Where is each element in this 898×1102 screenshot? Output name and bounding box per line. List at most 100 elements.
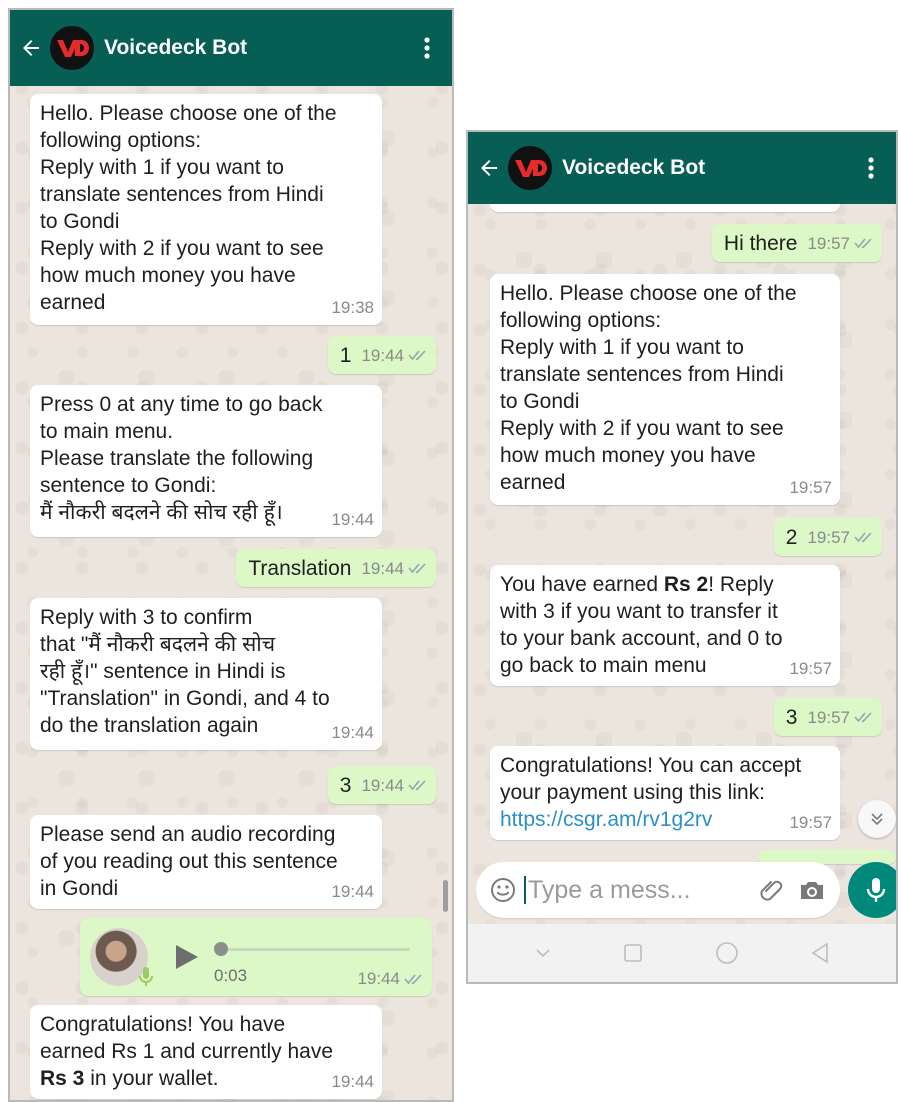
incoming-message[interactable]: Press 0 at any time to go back to main m… (30, 385, 382, 537)
message-text: Hi there (723, 231, 798, 255)
timestamp: 19:44 (361, 558, 404, 578)
message-time: 19:44 (361, 772, 428, 799)
mic-icon (139, 967, 153, 986)
message-composer: Type a mess... (476, 862, 840, 918)
scrollbar[interactable] (443, 880, 448, 912)
timestamp: 19:57 (807, 527, 850, 547)
outgoing-message[interactable]: Translation 19:44 (236, 549, 436, 587)
chat-title[interactable]: Voicedeck Bot (562, 156, 856, 180)
chat-title[interactable]: Voicedeck Bot (104, 36, 412, 60)
message-text: Congratulations! You can accept your pay… (500, 754, 802, 804)
timestamp: 19:57 (789, 478, 832, 497)
double-check-icon (408, 780, 426, 791)
message-text: 3 (785, 705, 798, 729)
incoming-message[interactable]: Hello. Please choose one of the followin… (30, 94, 382, 325)
timestamp: 19:44 (357, 969, 400, 988)
incoming-message[interactable]: Reply with 3 to confirm that "मैं नौकरी … (30, 598, 382, 750)
message-time: 19:44 (331, 1068, 374, 1095)
message-bold-text: Rs 3 (40, 1067, 85, 1090)
voicedeck-logo-icon (57, 40, 89, 57)
message-input[interactable]: Type a mess... (524, 876, 758, 904)
message-time: 19:57 (807, 704, 874, 731)
mic-icon (866, 878, 886, 902)
more-vert-icon (424, 37, 430, 59)
incoming-message[interactable]: Congratulations! You have earned Rs 1 an… (30, 1005, 382, 1099)
message-text: 1 (339, 343, 352, 367)
message-time: 19:57 (807, 524, 874, 551)
double-check-icon (854, 712, 872, 723)
bot-avatar[interactable] (50, 26, 94, 70)
message-time: 19:44 (357, 965, 424, 992)
nav-home-icon[interactable] (715, 941, 739, 965)
timestamp: 19:44 (361, 345, 404, 365)
message-time: 19:57 (789, 655, 832, 682)
incoming-message[interactable]: You have earned Rs 2! Reply with 3 if yo… (490, 565, 840, 686)
more-options-button[interactable] (412, 28, 442, 68)
nav-collapse-icon[interactable] (534, 947, 552, 959)
message-text: Please send an audio recording of you re… (40, 823, 338, 900)
message-text: Hello. Please choose one of the followin… (40, 102, 337, 314)
message-text: Press 0 at any time to go back to main m… (40, 393, 323, 524)
message-time: 19:57 (807, 230, 874, 257)
message-time: 19:44 (331, 878, 374, 905)
outgoing-message[interactable]: 1 19:44 (327, 336, 436, 374)
audio-seek-handle[interactable] (214, 942, 228, 956)
message-bold-text: Rs 2 (663, 573, 709, 596)
voice-record-button[interactable] (848, 862, 896, 918)
audio-duration: 0:03 (214, 966, 248, 985)
nav-back-icon[interactable] (810, 942, 830, 964)
timestamp: 19:57 (789, 813, 832, 832)
outgoing-message[interactable]: 3 19:44 (327, 766, 436, 804)
message-time: 19:44 (331, 719, 374, 746)
message-text-part: Congratulations! You have earned Rs 1 an… (40, 1013, 334, 1063)
sender-avatar (90, 928, 153, 986)
double-check-icon (408, 350, 426, 361)
back-arrow-icon (481, 160, 497, 176)
timestamp: 19:44 (331, 723, 374, 742)
double-check-icon (854, 532, 872, 543)
outgoing-message[interactable]: Hi there 19:57 (711, 224, 882, 262)
voicedeck-logo-icon (515, 160, 547, 177)
message-time: 19:44 (361, 342, 428, 369)
payment-link[interactable]: https://csgr.am/rv1g2rv (500, 806, 830, 833)
play-icon[interactable] (172, 943, 200, 971)
back-button[interactable] (14, 28, 48, 68)
incoming-message[interactable]: Congratulations! You can accept your pay… (490, 746, 840, 840)
attach-icon[interactable] (758, 877, 784, 903)
left-chat-screen: Voicedeck Bot Hello. Please choose one o… (8, 8, 454, 1102)
message-text: Congratulations! You have earned Rs 1 an… (40, 1011, 372, 1092)
chat-header: Voicedeck Bot (468, 132, 896, 204)
message-text: Translation (248, 556, 352, 580)
bot-avatar[interactable] (508, 146, 552, 190)
outgoing-voice-message[interactable]: 0:03 19:44 (80, 918, 432, 996)
message-text: Hello. Please choose one of the followin… (500, 282, 797, 494)
double-check-icon (404, 973, 422, 984)
camera-icon[interactable] (798, 878, 826, 902)
timestamp: 19:57 (789, 659, 832, 678)
message-time: 19:57 (789, 809, 832, 836)
timestamp: 19:38 (331, 298, 374, 317)
double-check-icon (854, 238, 872, 249)
message-time: 19:57 (789, 474, 832, 501)
incoming-message[interactable]: Hello. Please choose one of the followin… (490, 274, 840, 505)
message-text: Reply with 3 to confirm that "मैं नौकरी … (40, 606, 330, 737)
back-button[interactable] (472, 148, 506, 188)
chevron-down-icon (871, 813, 883, 826)
message-text: You have earned Rs 2! Reply with 3 if yo… (500, 571, 830, 679)
more-options-button[interactable] (856, 148, 886, 188)
emoji-icon[interactable] (490, 877, 516, 903)
right-chat-screen: Voicedeck Bot Hi there 19:57 Hello. Plea… (466, 130, 898, 984)
message-text-part: You have earned (500, 573, 664, 596)
message-time: 19:44 (331, 506, 374, 533)
scroll-to-bottom-button[interactable] (858, 800, 896, 838)
more-vert-icon (868, 157, 874, 179)
outgoing-message[interactable]: 3 19:57 (773, 698, 882, 736)
incoming-message[interactable]: Please send an audio recording of you re… (30, 815, 382, 909)
outgoing-message[interactable]: 2 19:57 (773, 518, 882, 556)
message-text-part: in your wallet. (84, 1067, 219, 1090)
nav-recents-icon[interactable] (623, 943, 643, 963)
timestamp: 19:57 (807, 707, 850, 727)
timestamp: 19:57 (807, 233, 850, 253)
timestamp: 19:44 (331, 1072, 374, 1091)
system-nav-bar (468, 924, 896, 982)
